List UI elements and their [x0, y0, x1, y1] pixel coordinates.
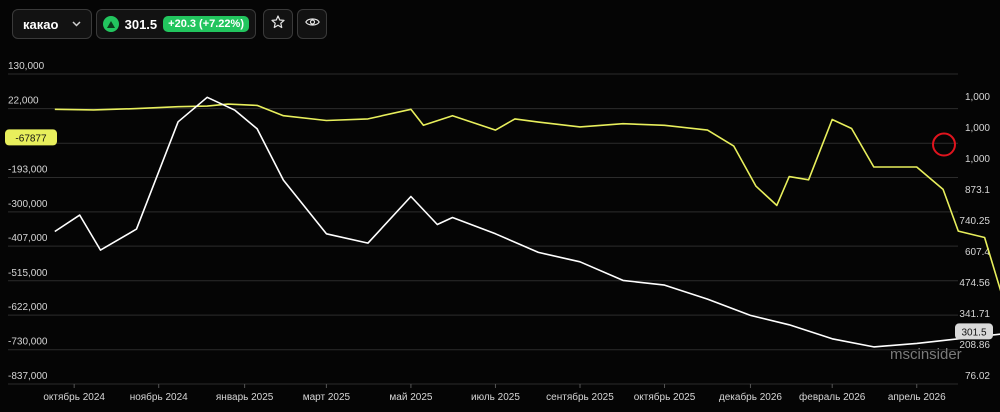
x-tick-label: февраль 2026 — [799, 391, 866, 403]
right-tick-label: 873.1 — [965, 185, 990, 196]
right-tick-label: 341.71 — [959, 309, 990, 320]
watermark-text: mscinsider — [890, 346, 962, 363]
quote-box: 301.5 +20.3 (+7.22%) — [96, 9, 256, 39]
left-tick-label: -193,000 — [8, 165, 48, 176]
x-tick-label: ноябрь 2024 — [130, 391, 188, 403]
x-tick-label: октябрь 2024 — [43, 391, 105, 403]
left-tick-label: -730,000 — [8, 337, 48, 348]
watch-button[interactable] — [297, 9, 327, 39]
right-value-tag: 301.5 — [961, 327, 986, 338]
left-tick-label: -837,000 — [8, 371, 48, 382]
x-tick-label: апрель 2026 — [888, 392, 946, 403]
right-tick-label: 474.56 — [959, 278, 990, 289]
right-tick-label: 1,000 — [965, 154, 990, 165]
toolbar: какао 301.5 +20.3 (+7.22%) — [0, 0, 1000, 48]
right-tick-label: 208.86 — [959, 340, 990, 351]
symbol-label: какао — [23, 16, 59, 32]
x-tick-label: январь 2025 — [216, 392, 274, 403]
left-tick-label: 130,000 — [8, 61, 45, 72]
x-tick-label: март 2025 — [303, 392, 351, 403]
price-positioning-chart: 130,000 22,000 -193,000 -300,000 -407,000 -51… — [5, 61, 1000, 403]
eye-icon — [304, 14, 321, 35]
right-tick-label: 76.02 — [965, 371, 990, 382]
left-tick-label: -622,000 — [8, 302, 48, 313]
star-icon — [270, 14, 286, 35]
last-value-marker — [932, 132, 956, 157]
left-axis-ticks: 130,000 22,000 -193,000 -300,000 -407,000 -51… — [8, 61, 48, 382]
right-tick-label: 1,000 — [965, 92, 990, 103]
x-tick-label: май 2025 — [389, 392, 432, 403]
series-lines — [54, 96, 1000, 348]
x-tick-label: июль 2025 — [471, 392, 520, 403]
x-tick-label: сентябрь 2025 — [546, 391, 614, 403]
series-line-1 — [54, 96, 1000, 348]
right-tick-label: 740.25 — [959, 216, 990, 227]
x-axis-ticks: октябрь 2024 ноябрь 2024 январь 2025 март 2… — [43, 384, 946, 403]
favorite-button[interactable] — [263, 9, 293, 39]
x-tick-label: октябрь 2025 — [634, 391, 696, 403]
right-tick-label: 607.4 — [965, 247, 990, 258]
x-tick-label: декабрь 2026 — [719, 391, 783, 403]
left-value-tag: -67877 — [15, 133, 47, 144]
left-tick-label: -407,000 — [8, 233, 48, 244]
triangle-up-icon — [103, 16, 119, 32]
axis-value-tags: -67877 301.5 — [5, 129, 993, 340]
right-tick-label: 1,000 — [965, 123, 990, 134]
symbol-select[interactable]: какао — [12, 9, 92, 39]
left-tick-label: 22,000 — [8, 96, 39, 107]
left-tick-label: -300,000 — [8, 199, 48, 210]
current-price: 301.5 — [124, 16, 158, 32]
chevron-down-icon — [72, 19, 81, 30]
left-tick-label: -515,000 — [8, 268, 48, 279]
change-badge: +20.3 (+7.22%) — [163, 16, 249, 32]
